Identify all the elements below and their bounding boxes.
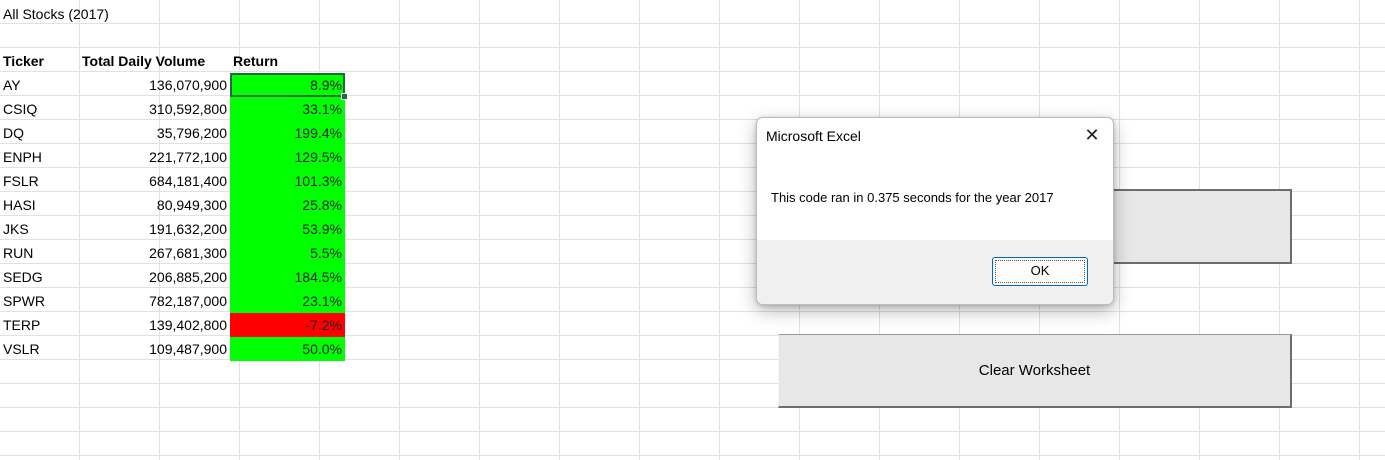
worksheet-grid[interactable]: All Stocks (2017) Ticker Total Daily Vol… (0, 0, 1385, 460)
volume-cell[interactable]: 221,772,100 (79, 145, 230, 169)
ticker-cell[interactable]: AY (0, 73, 79, 97)
volume-cell[interactable]: 267,681,300 (79, 241, 230, 265)
dialog-message: This code ran in 0.375 seconds for the y… (771, 190, 1054, 205)
volume-cell[interactable]: 139,402,800 (79, 313, 230, 337)
ticker-cell[interactable]: JKS (0, 217, 79, 241)
volume-cell[interactable]: 109,487,900 (79, 337, 230, 361)
ticker-cell[interactable]: CSIQ (0, 97, 79, 121)
ticker-cell[interactable]: DQ (0, 121, 79, 145)
return-cell[interactable]: 129.5% (230, 145, 345, 169)
volume-cell[interactable]: 35,796,200 (79, 121, 230, 145)
dialog-footer: OK (757, 240, 1113, 304)
ticker-cell[interactable]: TERP (0, 313, 79, 337)
volume-cell[interactable]: 206,885,200 (79, 265, 230, 289)
return-cell[interactable]: 23.1% (230, 289, 345, 313)
return-cell[interactable]: 184.5% (230, 265, 345, 289)
volume-cell[interactable]: 782,187,000 (79, 289, 230, 313)
volume-cell[interactable]: 310,592,800 (79, 97, 230, 121)
volume-cell[interactable]: 684,181,400 (79, 169, 230, 193)
return-cell[interactable]: -7.2% (230, 313, 345, 337)
return-cell[interactable]: 25.8% (230, 193, 345, 217)
dialog-title: Microsoft Excel (766, 128, 861, 144)
fill-handle[interactable] (341, 93, 348, 100)
ticker-cell[interactable]: ENPH (0, 145, 79, 169)
return-cell[interactable]: 33.1% (230, 97, 345, 121)
sheet-title[interactable]: All Stocks (2017) (3, 2, 343, 26)
ticker-cell[interactable]: VSLR (0, 337, 79, 361)
ticker-cell[interactable]: RUN (0, 241, 79, 265)
volume-cell[interactable]: 191,632,200 (79, 217, 230, 241)
header-total-daily-volume[interactable]: Total Daily Volume (79, 49, 239, 73)
return-cell[interactable]: 101.3% (230, 169, 345, 193)
volume-cell[interactable]: 80,949,300 (79, 193, 230, 217)
header-return[interactable]: Return (230, 49, 345, 73)
ticker-cell[interactable]: SPWR (0, 289, 79, 313)
return-cell[interactable]: 50.0% (230, 337, 345, 361)
close-icon[interactable]: ✕ (1081, 124, 1103, 146)
return-cell[interactable]: 5.5% (230, 241, 345, 265)
return-cell[interactable]: 53.9% (230, 217, 345, 241)
header-ticker[interactable]: Ticker (0, 49, 79, 73)
clear-worksheet-button[interactable]: Clear Worksheet (778, 334, 1292, 408)
volume-cell[interactable]: 136,070,900 (79, 73, 230, 97)
ticker-cell[interactable]: HASI (0, 193, 79, 217)
ticker-cell[interactable]: FSLR (0, 169, 79, 193)
return-cell[interactable]: 8.9% (230, 73, 345, 97)
return-cell[interactable]: 199.4% (230, 121, 345, 145)
message-box-dialog: Microsoft Excel ✕ This code ran in 0.375… (756, 117, 1114, 305)
ok-button[interactable]: OK (992, 257, 1088, 286)
ticker-cell[interactable]: SEDG (0, 265, 79, 289)
